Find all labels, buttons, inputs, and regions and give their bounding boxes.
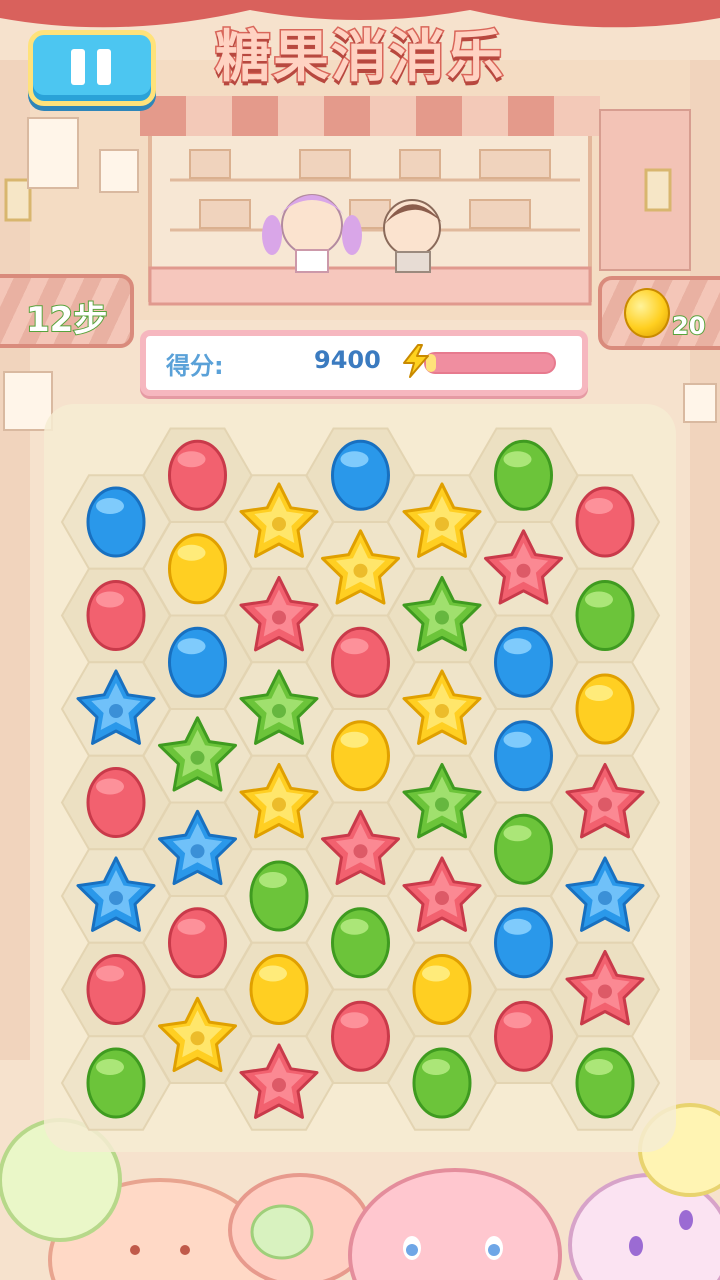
green-bean-candy[interactable] — [494, 813, 553, 885]
blue-bean-candy[interactable] — [494, 626, 553, 698]
blue-bean-candy[interactable] — [494, 720, 553, 792]
green-bean-candy[interactable] — [575, 1047, 635, 1119]
red-bean-candy[interactable] — [575, 486, 635, 558]
blue-bean-candy[interactable] — [331, 439, 390, 511]
red-bean-candy[interactable] — [331, 626, 390, 698]
yellow-bean-candy[interactable] — [412, 954, 472, 1025]
red-bean-candy[interactable] — [86, 954, 146, 1025]
green-bean-candy[interactable] — [249, 860, 309, 932]
blue-bean-candy[interactable] — [168, 626, 227, 698]
yellow-bean-candy[interactable] — [331, 720, 390, 792]
red-bean-candy[interactable] — [331, 1000, 390, 1072]
blue-bean-candy[interactable] — [494, 907, 553, 979]
red-bean-candy[interactable] — [494, 1000, 553, 1072]
green-bean-candy[interactable] — [331, 907, 390, 979]
green-bean-candy[interactable] — [412, 1047, 472, 1119]
red-bean-candy[interactable] — [168, 907, 227, 979]
blue-bean-candy[interactable] — [86, 486, 146, 558]
yellow-bean-candy[interactable] — [575, 673, 635, 745]
red-bean-candy[interactable] — [86, 767, 146, 838]
red-bean-candy[interactable] — [168, 439, 227, 511]
yellow-bean-candy[interactable] — [249, 954, 309, 1025]
green-bean-candy[interactable] — [575, 580, 635, 651]
green-bean-candy[interactable] — [86, 1047, 146, 1119]
yellow-bean-candy[interactable] — [168, 533, 227, 605]
candy-board — [60, 427, 661, 1131]
green-bean-candy[interactable] — [494, 439, 553, 511]
red-bean-candy[interactable] — [86, 580, 146, 651]
